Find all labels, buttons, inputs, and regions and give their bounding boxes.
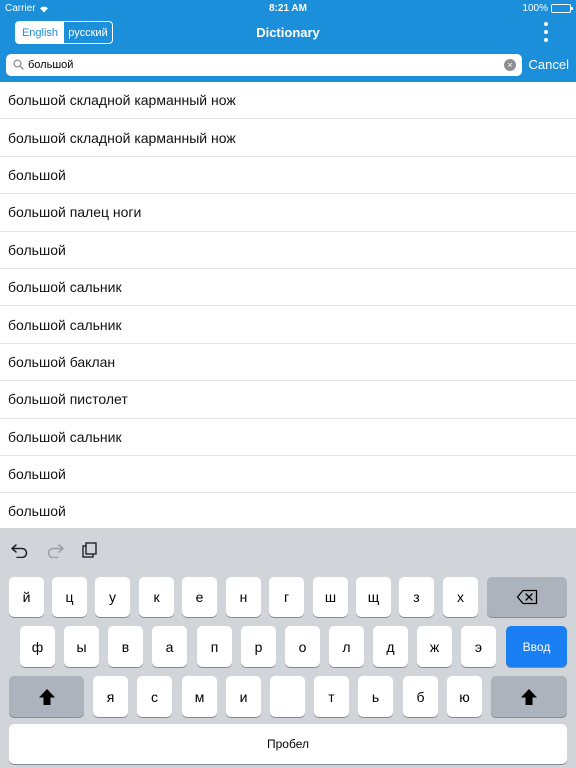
language-segmented-control[interactable]: English русский — [15, 21, 113, 44]
result-row[interactable]: большой баклан — [0, 344, 576, 382]
key[interactable]: м — [182, 676, 217, 717]
enter-button[interactable]: Ввод — [506, 626, 567, 667]
clock: 8:21 AM — [269, 3, 307, 14]
segment-russian[interactable]: русский — [64, 22, 112, 43]
result-row[interactable]: большой — [0, 493, 576, 528]
key[interactable]: г — [269, 577, 304, 617]
key[interactable]: ф — [20, 626, 55, 667]
key[interactable]: я — [93, 676, 128, 717]
keyboard: й ц у к е н г ш щ з х ф ы в а п р о л д … — [0, 528, 576, 768]
status-bar: Carrier 8:21 AM 100% — [0, 0, 576, 16]
paste-icon[interactable] — [80, 542, 100, 558]
shift-icon — [521, 688, 537, 705]
result-row[interactable]: большой складной карманный нож — [0, 119, 576, 157]
more-options-icon[interactable] — [542, 22, 550, 42]
shift-key-right[interactable] — [491, 676, 567, 717]
battery-indicator: 100% — [522, 3, 573, 14]
key[interactable]: щ — [356, 577, 391, 617]
key[interactable]: ы — [64, 626, 99, 667]
backspace-icon — [516, 589, 538, 605]
key[interactable]: р — [241, 626, 276, 667]
result-row[interactable]: большой сальник — [0, 419, 576, 456]
key[interactable]: ь — [358, 676, 393, 717]
key[interactable]: ж — [417, 626, 452, 667]
result-row[interactable]: большой — [0, 232, 576, 269]
backspace-key[interactable] — [487, 577, 567, 617]
key[interactable]: о — [285, 626, 320, 667]
result-row[interactable]: большой пистолет — [0, 381, 576, 419]
undo-icon[interactable] — [10, 542, 30, 558]
key[interactable]: ш — [313, 577, 348, 617]
key[interactable]: е — [182, 577, 217, 617]
battery-icon — [551, 4, 573, 13]
shift-icon — [38, 688, 55, 705]
key[interactable]: у — [95, 577, 130, 617]
search-input[interactable] — [28, 54, 498, 76]
header: Carrier 8:21 AM 100% English русский Dic… — [0, 0, 576, 82]
cancel-button[interactable]: Cancel — [529, 57, 569, 72]
search-bar[interactable]: × — [6, 54, 522, 76]
shift-key-left[interactable] — [9, 676, 84, 717]
key[interactable]: з — [399, 577, 434, 617]
key[interactable]: п — [197, 626, 232, 667]
key[interactable]: н — [226, 577, 261, 617]
result-row[interactable]: большой сальник — [0, 306, 576, 344]
keyboard-toolbar — [0, 528, 576, 568]
key[interactable]: и — [226, 676, 261, 717]
key[interactable]: к — [139, 577, 174, 617]
results-list: большой складной карманный нож большой с… — [0, 82, 576, 528]
redo-icon[interactable] — [45, 542, 65, 558]
key[interactable]: д — [373, 626, 408, 667]
key[interactable]: й — [9, 577, 44, 617]
key[interactable]: ц — [52, 577, 87, 617]
battery-percent: 100% — [522, 3, 548, 14]
segment-english[interactable]: English — [16, 22, 64, 43]
key[interactable]: а — [152, 626, 187, 667]
key[interactable]: э — [461, 626, 496, 667]
clear-search-icon[interactable]: × — [504, 59, 516, 71]
key[interactable]: с — [137, 676, 172, 717]
key[interactable]: л — [329, 626, 364, 667]
result-row[interactable]: большой складной карманный нож — [0, 82, 576, 120]
key-blank[interactable] — [270, 676, 305, 717]
key[interactable]: б — [403, 676, 438, 717]
result-row[interactable]: большой палец ноги — [0, 194, 576, 232]
key[interactable]: в — [108, 626, 143, 667]
result-row[interactable]: большой — [0, 157, 576, 195]
result-row[interactable]: большой сальник — [0, 269, 576, 307]
key[interactable]: х — [443, 577, 478, 617]
key[interactable]: т — [314, 676, 349, 717]
search-icon — [13, 59, 24, 70]
space-bar[interactable]: Пробел — [9, 724, 567, 764]
key[interactable]: ю — [447, 676, 482, 717]
result-row[interactable]: большой — [0, 456, 576, 494]
